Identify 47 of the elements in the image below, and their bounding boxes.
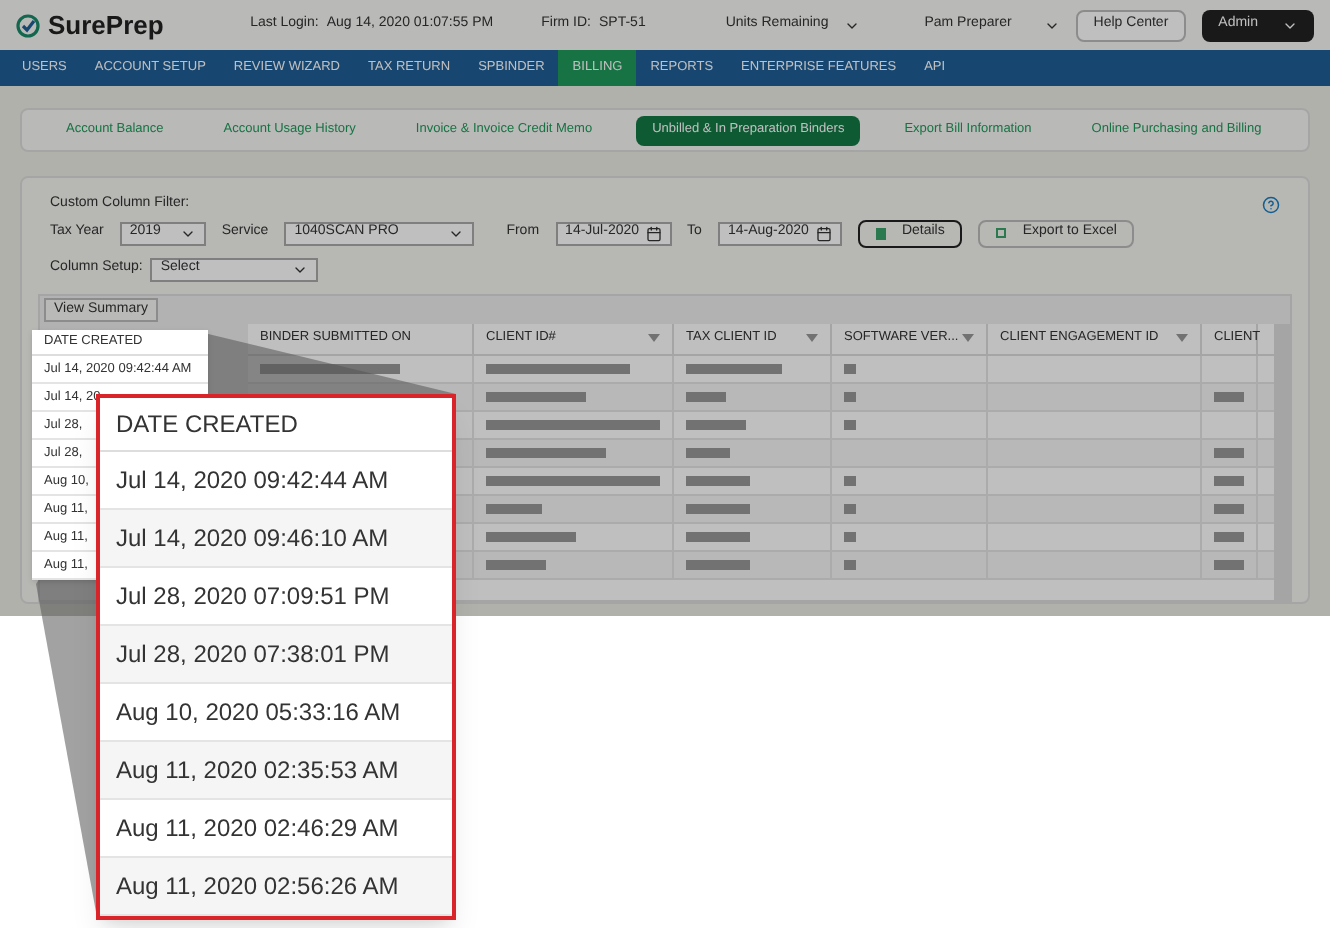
redacted-bar <box>486 559 546 569</box>
table-cell: Aug 10, 2020 05:33:16 AM <box>100 684 452 742</box>
redacted-bar <box>686 559 750 569</box>
redacted-bar <box>844 475 856 485</box>
redacted-bar <box>844 531 856 541</box>
redacted-bar <box>260 363 400 373</box>
redacted-bar <box>686 391 726 401</box>
redacted-bar <box>1214 475 1244 485</box>
table-cell: Jul 14, 2020 09:42:44 AM <box>100 452 452 510</box>
redacted-bar <box>686 447 730 457</box>
table-cell: Jul 28, 2020 07:09:51 PM <box>100 568 452 626</box>
table-cell: Jul 28, 2020 07:38:01 PM <box>100 626 452 684</box>
redacted-bar <box>844 363 856 373</box>
help-icon[interactable] <box>1262 195 1280 214</box>
spreadsheet-icon <box>996 228 1007 238</box>
redacted-bar <box>1214 559 1244 569</box>
redacted-bar <box>1214 447 1244 457</box>
table-cell: Aug 11, 2020 02:46:29 AM <box>100 800 452 858</box>
logo-text: SurePrep <box>48 7 164 44</box>
redacted-bar <box>1214 503 1244 513</box>
filter-triangle-icon[interactable] <box>1176 334 1188 342</box>
redacted-bar <box>686 419 746 429</box>
redacted-bar <box>1214 391 1244 401</box>
redacted-bar <box>686 503 750 513</box>
redacted-bar <box>844 503 856 513</box>
filter-triangle-icon[interactable] <box>806 334 818 342</box>
redacted-bar <box>686 363 782 373</box>
redacted-bar <box>486 447 606 457</box>
vertical-scrollbar[interactable] <box>1274 323 1290 600</box>
table-cell: Jul 14, 2020 09:46:10 AM <box>100 510 452 568</box>
redacted-bar <box>486 363 630 373</box>
calendar-icon[interactable] <box>815 225 832 241</box>
redacted-bar <box>844 391 856 401</box>
redacted-bar <box>1214 531 1244 541</box>
filter-triangle-icon[interactable] <box>648 334 660 342</box>
redacted-bar <box>486 391 586 401</box>
table-cell: Aug 11, 2020 02:35:53 AM <box>100 742 452 800</box>
table-cell: Aug 11, 2020 02:56:26 AM <box>100 858 452 916</box>
redacted-bar <box>486 503 542 513</box>
redacted-bar <box>686 475 750 485</box>
redacted-bar <box>686 531 750 541</box>
redacted-bar <box>844 559 856 569</box>
redacted-bar <box>486 531 576 541</box>
check-circle-logo-icon <box>16 13 40 37</box>
calendar-icon[interactable] <box>645 225 662 241</box>
filter-triangle-icon[interactable] <box>962 334 974 342</box>
redacted-bar <box>844 419 856 429</box>
